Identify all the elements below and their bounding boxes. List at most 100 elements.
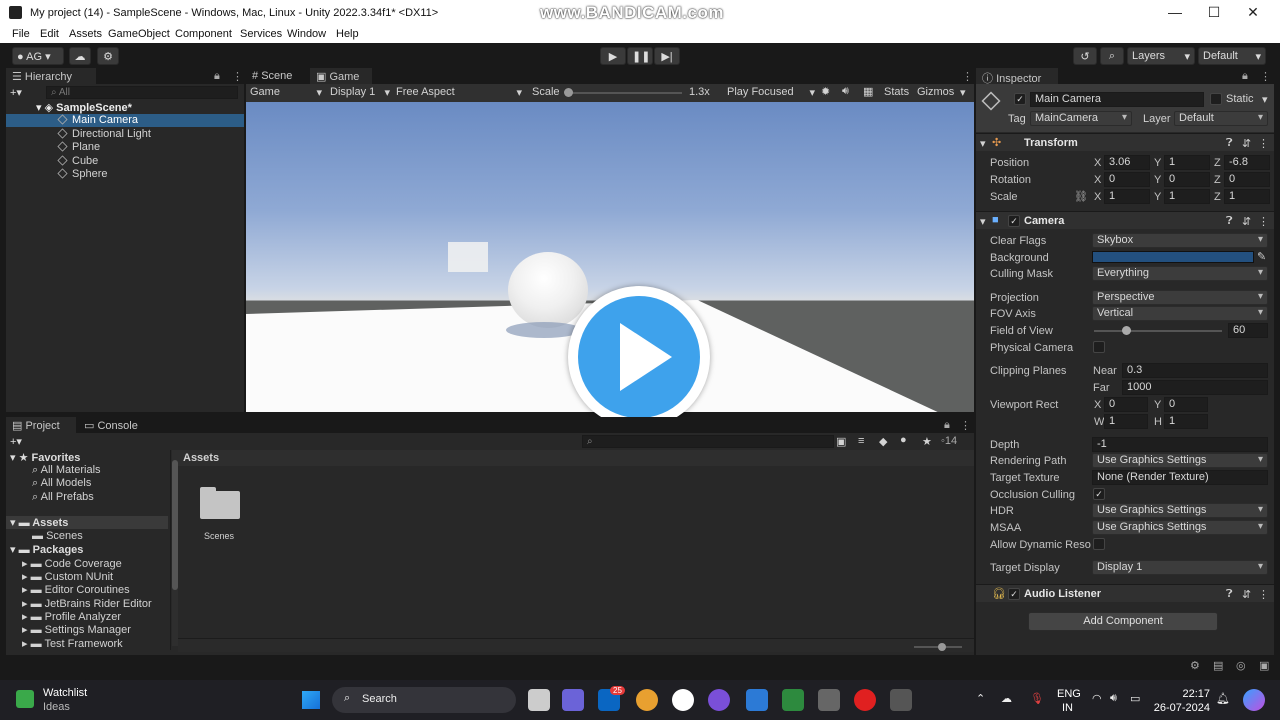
hierarchy-item-main-camera[interactable]: Main Camera [6, 114, 244, 127]
transform-header[interactable]: ▾ ✣ Transform ❓︎ ⇵ ⋮ [976, 133, 1274, 151]
progress-icon[interactable]: ◎ [1236, 659, 1246, 672]
minimize-button[interactable]: — [1155, 4, 1195, 20]
tab-console[interactable]: ▭ Console [78, 417, 148, 433]
clock-time[interactable]: 22:17 [1180, 688, 1210, 700]
stock-chart-icon[interactable] [16, 690, 34, 708]
cache-icon[interactable]: ▤ [1213, 659, 1223, 672]
menu-gameobject[interactable]: GameObject [108, 28, 170, 40]
camera-header[interactable]: ▾ ■ ✓ Camera ❓︎ ⇵ ⋮ [976, 211, 1274, 229]
layout-dropdown[interactable]: Default ▾ [1198, 47, 1266, 65]
scale-z-field[interactable]: 1 [1224, 189, 1270, 204]
package-code-coverage[interactable]: ▸ ▬ Code Coverage [22, 557, 122, 570]
preset-icon[interactable]: ⇵ [1242, 215, 1251, 228]
package-profile-analyzer[interactable]: ▸ ▬ Profile Analyzer [22, 610, 121, 623]
favorite-star-icon[interactable]: ★ [922, 435, 932, 448]
add-component-button[interactable]: Add Component [1028, 612, 1218, 631]
active-checkbox[interactable]: ✓ [1014, 93, 1026, 105]
icon-size-slider[interactable] [914, 643, 962, 651]
package-editor-coroutines[interactable]: ▸ ▬ Editor Coroutines [22, 583, 130, 596]
unity-editor-icon[interactable] [890, 689, 912, 711]
assets-folder[interactable]: ▾ ▬ Assets [6, 516, 168, 529]
help-icon[interactable]: ❓︎ [1226, 588, 1233, 601]
info-icon[interactable]: ● [900, 434, 907, 446]
kebab-menu-icon[interactable]: ⋮ [1258, 215, 1269, 228]
create-plus-icon[interactable]: +▾ [10, 435, 22, 448]
kebab-menu-icon[interactable]: ⋮ [962, 70, 973, 83]
lock-icon[interactable]: 🔒︎ [944, 419, 950, 432]
background-color-swatch[interactable] [1092, 251, 1254, 263]
target-display-dropdown[interactable]: Display 1 [1092, 560, 1268, 575]
position-y-field[interactable]: 1 [1164, 155, 1210, 170]
teams-icon[interactable] [562, 689, 584, 711]
scene-root-row[interactable]: ▾ ◈ SampleScene* [36, 101, 236, 114]
audio-listener-checkbox[interactable]: ✓ [1008, 588, 1020, 600]
hierarchy-item-sphere[interactable]: Sphere [6, 168, 107, 181]
taskbar-search[interactable]: ⌕ Search [332, 687, 516, 713]
wifi-icon[interactable]: ◠ [1092, 692, 1102, 705]
layers-dropdown[interactable]: Layers ▾ [1127, 47, 1195, 65]
depth-field[interactable]: -1 [1092, 437, 1268, 452]
tab-game[interactable]: ▣ Game [310, 68, 372, 84]
vscode-icon[interactable] [746, 689, 768, 711]
package-settings-manager[interactable]: ▸ ▬ Settings Manager [22, 623, 131, 636]
menu-component[interactable]: Component [175, 28, 232, 40]
chevron-up-icon[interactable]: ⌃ [976, 692, 985, 705]
scale-y-field[interactable]: 1 [1164, 189, 1210, 204]
search-icon[interactable]: ⌕ [1100, 47, 1124, 65]
tag-icon[interactable]: ◆ [879, 435, 887, 448]
github-icon[interactable] [672, 689, 694, 711]
eyedropper-icon[interactable]: ✎ [1257, 250, 1266, 263]
audio-listener-header[interactable]: 🎧︎ ✓ Audio Listener ❓︎ ⇵ ⋮ [976, 584, 1274, 602]
favorites-header[interactable]: ▾ ★ Favorites [10, 451, 80, 464]
help-icon[interactable]: ❓︎ [1226, 137, 1233, 150]
tab-scene[interactable]: # Scene [246, 68, 308, 84]
maximize-button[interactable]: ☐ [1194, 4, 1234, 21]
tree-scenes-folder[interactable]: ▬ Scenes [32, 530, 83, 543]
culling-mask-dropdown[interactable]: Everything [1092, 266, 1268, 281]
create-plus-icon[interactable]: +▾ [10, 86, 22, 99]
bandicam-icon[interactable] [854, 689, 876, 711]
audio-mute-icon[interactable]: 🔊︎ [842, 85, 849, 98]
kebab-menu-icon[interactable]: ⋮ [1258, 137, 1269, 150]
chrome-icon[interactable] [636, 689, 658, 711]
grid-icon[interactable]: ▦ [863, 85, 873, 98]
step-button[interactable]: ▶| [654, 47, 680, 65]
viewport-x-field[interactable]: 0 [1104, 397, 1148, 412]
preset-icon[interactable]: ⇵ [1242, 137, 1251, 150]
layer-dropdown[interactable]: Default [1174, 111, 1268, 126]
kebab-menu-icon[interactable]: ⋮ [232, 70, 243, 83]
hdr-dropdown[interactable]: Use Graphics Settings [1092, 503, 1268, 518]
volume-icon[interactable]: 🔊︎ [1110, 692, 1117, 705]
kebab-menu-icon[interactable]: ⋮ [1258, 588, 1269, 601]
tab-inspector[interactable]: ⓘ Inspector [976, 68, 1058, 85]
fov-value-field[interactable]: 60 [1228, 323, 1268, 338]
notifications-icon[interactable]: ▣ [1259, 659, 1269, 672]
menu-help[interactable]: Help [336, 28, 359, 40]
tree-scrollbar[interactable] [172, 450, 178, 646]
account-button[interactable]: ● AG ▾ [12, 47, 64, 65]
menu-services[interactable]: Services [240, 28, 282, 40]
chevron-down-icon[interactable]: ▾ [1262, 93, 1268, 106]
github-desktop-icon[interactable] [708, 689, 730, 711]
fov-slider[interactable] [1094, 326, 1222, 335]
breadcrumb[interactable]: Assets [183, 452, 219, 464]
tab-project[interactable]: ▤ Project [6, 417, 76, 433]
camera-enabled-checkbox[interactable]: ✓ [1008, 215, 1020, 227]
far-field[interactable]: 1000 [1122, 380, 1268, 395]
scenes-folder-tile[interactable] [198, 487, 240, 521]
packages-folder[interactable]: ▾ ▬ Packages [10, 543, 83, 556]
fav-all-prefabs[interactable]: ⌕ All Prefabs [32, 491, 94, 504]
history-icon[interactable]: ↺ [1073, 47, 1097, 65]
menu-edit[interactable]: Edit [40, 28, 59, 40]
viewport-h-field[interactable]: 1 [1164, 414, 1208, 429]
play-button[interactable]: ▶ [600, 47, 626, 65]
position-x-field[interactable]: 3.06 [1104, 155, 1150, 170]
scale-slider-handle[interactable] [564, 88, 573, 97]
rendering-path-dropdown[interactable]: Use Graphics Settings [1092, 453, 1268, 468]
stats-button[interactable]: Stats [884, 86, 909, 98]
fav-all-models[interactable]: ⌕ All Models [32, 477, 91, 490]
menu-window[interactable]: Window [287, 28, 326, 40]
debug-icon[interactable]: ⚙ [1190, 659, 1200, 672]
hierarchy-item-plane[interactable]: Plane [6, 141, 100, 154]
display-dropdown[interactable]: Display 1 ▾ [330, 86, 390, 99]
